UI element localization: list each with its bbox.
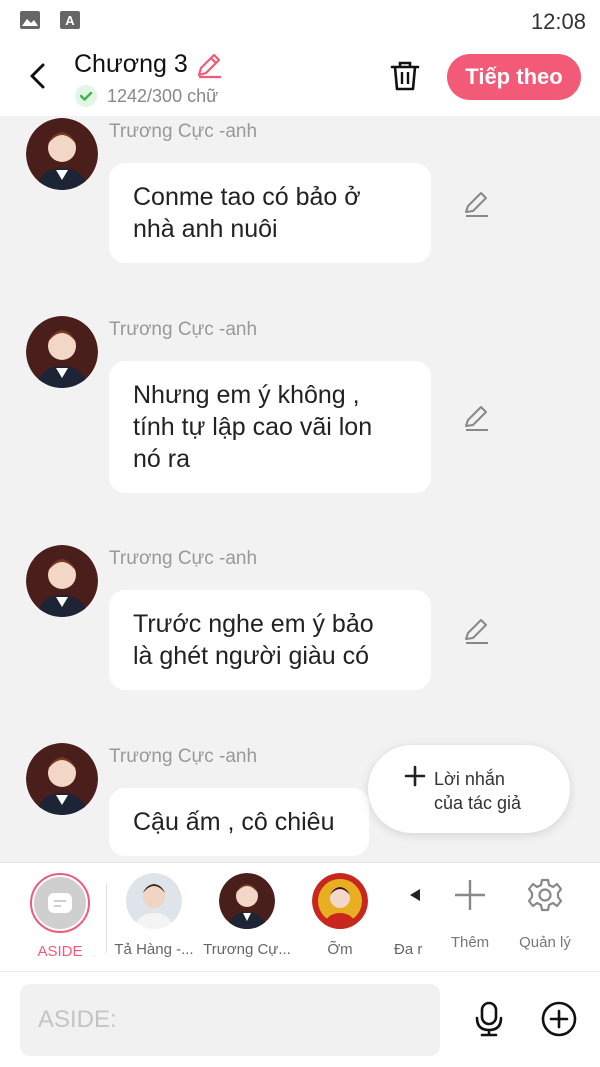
avatar[interactable]	[26, 743, 98, 815]
character-name: Ỡm	[327, 941, 353, 958]
character-name: Tả Hàng -...	[114, 941, 194, 958]
plus-icon	[404, 765, 426, 787]
avatar[interactable]	[26, 545, 98, 617]
editor-header: Chương 3 1242/300 chữ Tiếp theo	[0, 40, 600, 116]
message-bubble[interactable]: Cậu ấm , cô chiêu	[109, 788, 369, 856]
edit-pencil-icon[interactable]	[460, 402, 492, 434]
character-aside[interactable]: ASIDE	[15, 873, 105, 960]
manage-label: Quản lý	[519, 934, 571, 951]
sender-name: Trương Cực -anh	[109, 746, 258, 767]
message-text: Trước nghe em ý bảo là ghét người giàu c…	[133, 610, 374, 670]
character-name: ASIDE	[37, 943, 83, 960]
avatar	[312, 873, 368, 929]
sender-name: Trương Cực -anh	[109, 319, 258, 340]
message-text: Cậu ấm , cô chiêu	[133, 808, 335, 836]
pencil-icon[interactable]	[194, 50, 224, 80]
back-arrow-icon[interactable]	[18, 56, 58, 96]
character-item[interactable]: Tả Hàng -...	[109, 873, 199, 958]
message-text: Nhưng em ý không , tính tự lập cao vãi l…	[133, 381, 373, 473]
chapter-title[interactable]: Chương 3	[74, 50, 188, 79]
message-bubble[interactable]: Conme tao có bảo ở nhà anh nuôi	[109, 163, 431, 263]
avatar	[219, 873, 275, 929]
character-name: Trương Cự...	[203, 941, 291, 958]
gear-icon	[527, 878, 563, 912]
character-divider	[106, 883, 107, 953]
avatar	[406, 873, 438, 929]
status-bar: A 12:08	[0, 0, 600, 40]
trash-icon[interactable]	[386, 57, 424, 95]
keyboard-notification-icon: A	[60, 11, 80, 29]
character-item[interactable]: Ỡm	[295, 873, 385, 958]
avatar	[126, 873, 182, 929]
edit-pencil-icon[interactable]	[460, 615, 492, 647]
word-count: 1242/300 chữ	[107, 85, 219, 106]
message-bubble[interactable]: Trước nghe em ý bảo là ghét người giàu c…	[109, 590, 431, 690]
add-circle-icon[interactable]	[540, 1000, 578, 1038]
check-circle-icon	[75, 85, 97, 107]
image-notification-icon	[20, 11, 40, 29]
aside-avatar	[30, 873, 90, 933]
aside-icon	[48, 893, 72, 913]
message-text: Conme tao có bảo ở nhà anh nuôi	[133, 183, 361, 243]
sender-name: Trương Cực -anh	[109, 121, 258, 142]
sender-name: Trương Cực -anh	[109, 548, 258, 569]
microphone-icon[interactable]	[470, 1000, 508, 1038]
character-bar: ASIDE Tả Hàng -... Trương Cự... Ỡm Đa r …	[0, 862, 600, 971]
svg-text:A: A	[65, 13, 75, 28]
character-name: Đa r	[394, 941, 423, 958]
message-bubble[interactable]: Nhưng em ý không , tính tự lập cao vãi l…	[109, 361, 431, 493]
input-bar	[0, 971, 600, 1067]
avatar[interactable]	[26, 316, 98, 388]
character-item[interactable]: Đa r	[378, 873, 438, 958]
clock: 12:08	[530, 9, 586, 34]
add-label: Thêm	[450, 934, 490, 951]
author-note-button[interactable]: Lời nhắn của tác giả	[368, 745, 570, 833]
aside-input[interactable]	[20, 984, 440, 1056]
next-button[interactable]: Tiếp theo	[447, 54, 581, 100]
add-character-button[interactable]: Thêm	[435, 877, 505, 951]
manage-button[interactable]: Quản lý	[510, 877, 580, 951]
avatar[interactable]	[26, 118, 98, 190]
plus-icon	[455, 880, 485, 910]
word-count-row: 1242/300 chữ	[74, 84, 218, 108]
author-note-label: Lời nhắn của tác giả	[434, 769, 522, 813]
character-item[interactable]: Trương Cự...	[202, 873, 292, 958]
edit-pencil-icon[interactable]	[460, 188, 492, 220]
